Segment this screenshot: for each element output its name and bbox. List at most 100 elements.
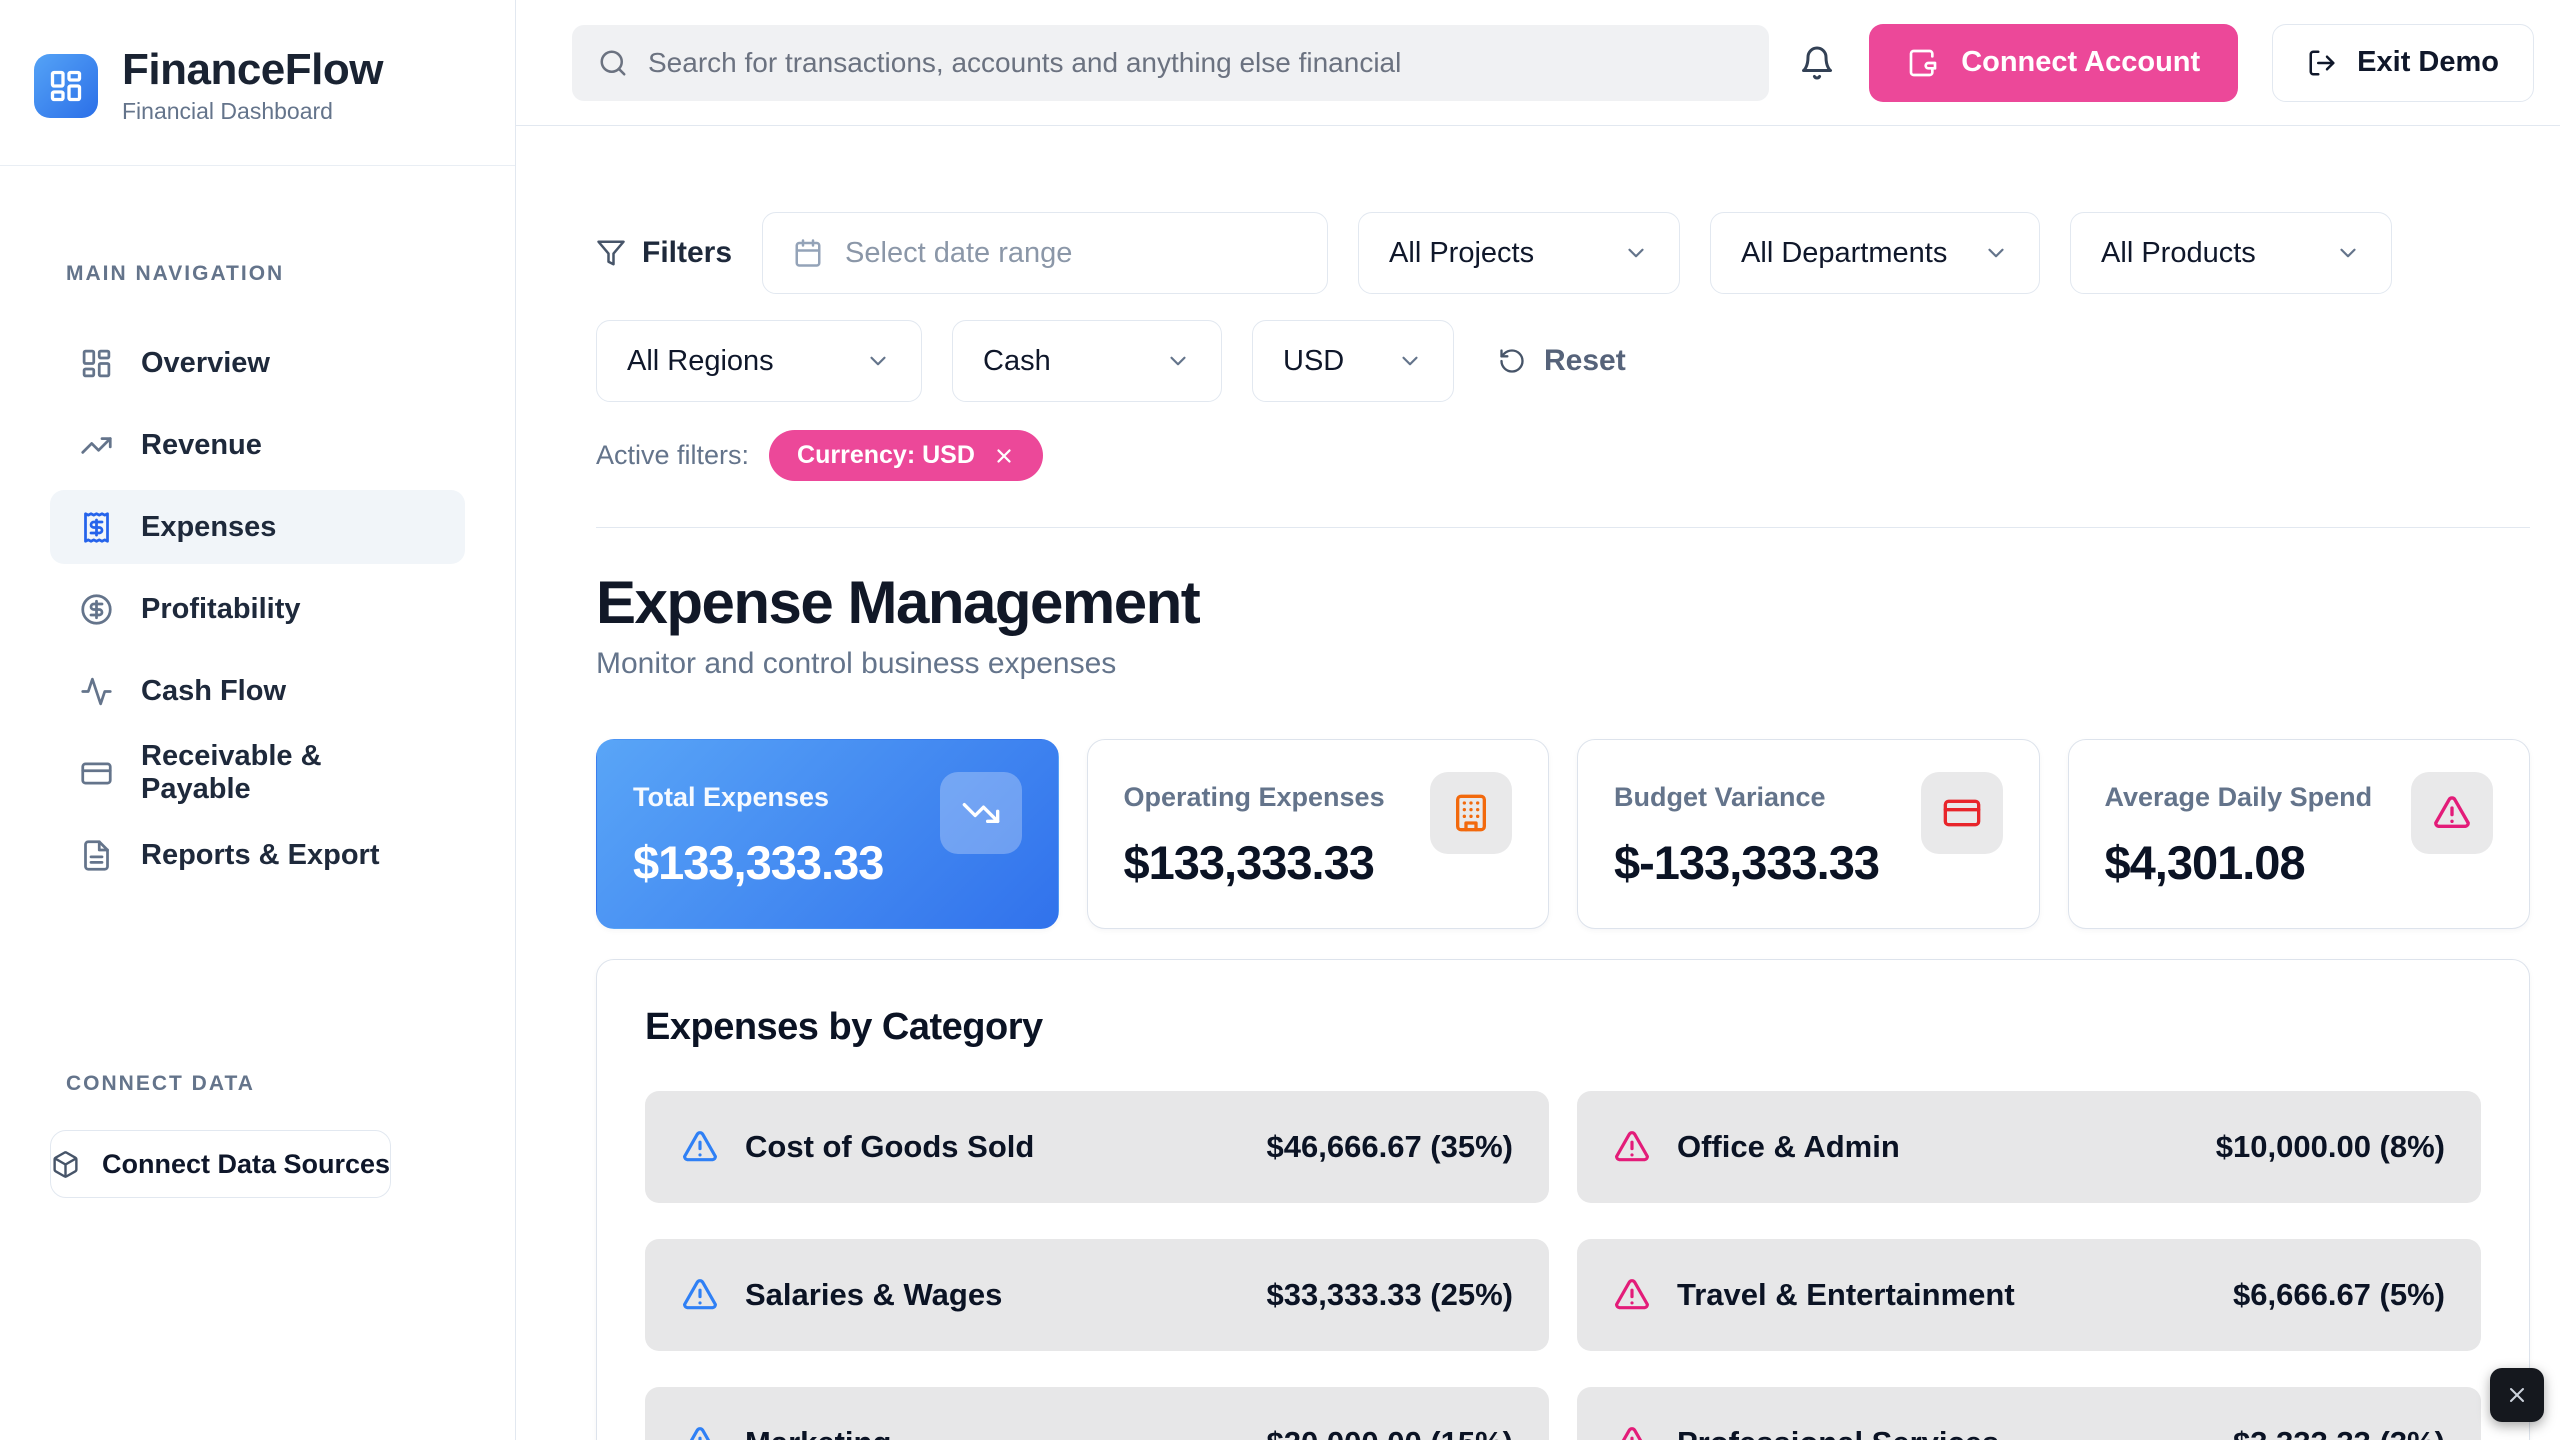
- floating-close-button[interactable]: [2490, 1368, 2544, 1422]
- sidebar-item-label: Reports & Export: [141, 839, 379, 872]
- sidebar-item-profitability[interactable]: Profitability: [50, 572, 465, 646]
- sidebar-item-overview[interactable]: Overview: [50, 326, 465, 400]
- wallet-icon: [1907, 47, 1939, 79]
- sidebar-item-expenses[interactable]: Expenses: [50, 490, 465, 564]
- currency-filter-value: USD: [1283, 345, 1344, 378]
- chevron-down-icon: [1623, 240, 1649, 266]
- stat-card-budget-variance[interactable]: Budget Variance $-133,333.33: [1577, 739, 2040, 929]
- alert-triangle-icon: [2432, 793, 2472, 833]
- connect-account-button[interactable]: Connect Account: [1869, 24, 2238, 102]
- stat-card-operating-expenses[interactable]: Operating Expenses $133,333.33: [1087, 739, 1550, 929]
- close-icon: [2505, 1383, 2529, 1407]
- exit-demo-button[interactable]: Exit Demo: [2272, 24, 2534, 102]
- category-row-travel-entertainment: Travel & Entertainment $6,666.67 (5%): [1577, 1239, 2481, 1351]
- page-title: Expense Management: [596, 568, 2530, 637]
- stat-card-average-daily-spend[interactable]: Average Daily Spend $4,301.08: [2068, 739, 2531, 929]
- category-row-salaries-wages: Salaries & Wages $33,333.33 (25%): [645, 1239, 1549, 1351]
- section-divider: [596, 527, 2530, 528]
- circle-dollar-icon: [80, 593, 113, 626]
- category-row-professional-services: Professional Services $3,333.33 (3%): [1577, 1387, 2481, 1440]
- credit-card-icon: [80, 757, 113, 790]
- sidebar-item-label: Receivable & Payable: [141, 740, 435, 806]
- chevron-down-icon: [1397, 348, 1423, 374]
- category-value: $3,333.33 (3%): [2233, 1425, 2445, 1440]
- alert-triangle-icon: [1613, 1128, 1651, 1166]
- stat-card-total-expenses[interactable]: Total Expenses $133,333.33: [596, 739, 1059, 929]
- alert-triangle-icon: [681, 1424, 719, 1440]
- activity-icon: [80, 675, 113, 708]
- department-filter-dropdown[interactable]: All Departments: [1710, 212, 2040, 294]
- search-bar[interactable]: [572, 25, 1769, 101]
- exit-demo-label: Exit Demo: [2357, 46, 2499, 79]
- connect-data-sources-button[interactable]: Connect Data Sources: [50, 1130, 391, 1198]
- sidebar-item-label: Cash Flow: [141, 675, 286, 708]
- chevron-down-icon: [865, 348, 891, 374]
- layout-dashboard-icon: [80, 347, 113, 380]
- category-name: Salaries & Wages: [745, 1277, 1002, 1313]
- date-range-placeholder: Select date range: [845, 237, 1072, 270]
- stat-value: $133,333.33: [1124, 835, 1385, 890]
- department-filter-value: All Departments: [1741, 237, 1947, 270]
- sidebar-item-revenue[interactable]: Revenue: [50, 408, 465, 482]
- sidebar-item-receivable-payable[interactable]: Receivable & Payable: [50, 736, 465, 810]
- reset-filters-button[interactable]: Reset: [1498, 344, 1626, 378]
- category-value: $10,000.00 (8%): [2216, 1129, 2445, 1165]
- chevron-down-icon: [1165, 348, 1191, 374]
- stat-icon-box: [2411, 772, 2493, 854]
- reset-label: Reset: [1544, 344, 1626, 378]
- category-name: Cost of Goods Sold: [745, 1129, 1034, 1165]
- filters-label: Filters: [596, 236, 732, 270]
- search-icon: [598, 48, 628, 78]
- app-title: FinanceFlow: [122, 46, 383, 94]
- currency-filter-dropdown[interactable]: USD: [1252, 320, 1454, 402]
- bell-icon: [1799, 45, 1835, 81]
- search-input[interactable]: [648, 47, 1743, 79]
- stat-cards: Total Expenses $133,333.33 Operating Exp…: [596, 739, 2530, 929]
- chevron-down-icon: [1983, 240, 2009, 266]
- stat-icon-box: [1921, 772, 2003, 854]
- sidebar-item-label: Profitability: [141, 593, 301, 626]
- product-filter-dropdown[interactable]: All Products: [2070, 212, 2392, 294]
- sidebar: FinanceFlow Financial Dashboard MAIN NAV…: [0, 0, 516, 1440]
- trending-down-icon: [961, 793, 1001, 833]
- region-filter-value: All Regions: [627, 345, 774, 378]
- stat-label: Operating Expenses: [1124, 782, 1385, 813]
- expenses-by-category-section: Expenses by Category Cost of Goods Sold …: [596, 959, 2530, 1440]
- method-filter-dropdown[interactable]: Cash: [952, 320, 1222, 402]
- connect-account-label: Connect Account: [1961, 46, 2200, 79]
- stat-value: $-133,333.33: [1614, 835, 1879, 890]
- active-filters-label: Active filters:: [596, 440, 749, 471]
- category-value: $6,666.67 (5%): [2233, 1277, 2445, 1313]
- sidebar-item-cash-flow[interactable]: Cash Flow: [50, 654, 465, 728]
- credit-card-icon: [1942, 793, 1982, 833]
- filters-row-2: All Regions Cash USD Reset: [596, 320, 2530, 402]
- active-filters: Active filters: Currency: USD: [596, 430, 2530, 481]
- stat-label: Total Expenses: [633, 782, 883, 813]
- stat-icon-box: [940, 772, 1022, 854]
- alert-triangle-icon: [1613, 1276, 1651, 1314]
- connect-data-sources-label: Connect Data Sources: [102, 1149, 390, 1180]
- sidebar-item-label: Overview: [141, 347, 270, 380]
- project-filter-dropdown[interactable]: All Projects: [1358, 212, 1680, 294]
- main-navigation: Overview Revenue Expenses Profitability …: [0, 326, 515, 892]
- category-row-office-admin: Office & Admin $10,000.00 (8%): [1577, 1091, 2481, 1203]
- package-icon: [51, 1150, 80, 1179]
- main-content: Filters Select date range All Projects A…: [516, 126, 2560, 1440]
- alert-triangle-icon: [681, 1128, 719, 1166]
- layout-dashboard-icon: [48, 68, 84, 104]
- category-value: $33,333.33 (25%): [1267, 1277, 1513, 1313]
- topbar-actions: Connect Account Exit Demo: [1799, 24, 2534, 102]
- category-row-marketing: Marketing $20,000.00 (15%): [645, 1387, 1549, 1440]
- region-filter-dropdown[interactable]: All Regions: [596, 320, 922, 402]
- currency-filter-chip[interactable]: Currency: USD: [769, 430, 1043, 481]
- page-subtitle: Monitor and control business expenses: [596, 647, 2530, 681]
- stat-label: Average Daily Spend: [2105, 782, 2373, 813]
- notifications-button[interactable]: [1799, 45, 1835, 81]
- date-range-picker[interactable]: Select date range: [762, 212, 1328, 294]
- close-icon[interactable]: [993, 445, 1015, 467]
- stat-label: Budget Variance: [1614, 782, 1879, 813]
- connect-data-heading: CONNECT DATA: [0, 1072, 515, 1096]
- sidebar-item-reports-export[interactable]: Reports & Export: [50, 818, 465, 892]
- alert-triangle-icon: [1613, 1424, 1651, 1440]
- category-name: Marketing: [745, 1425, 891, 1440]
